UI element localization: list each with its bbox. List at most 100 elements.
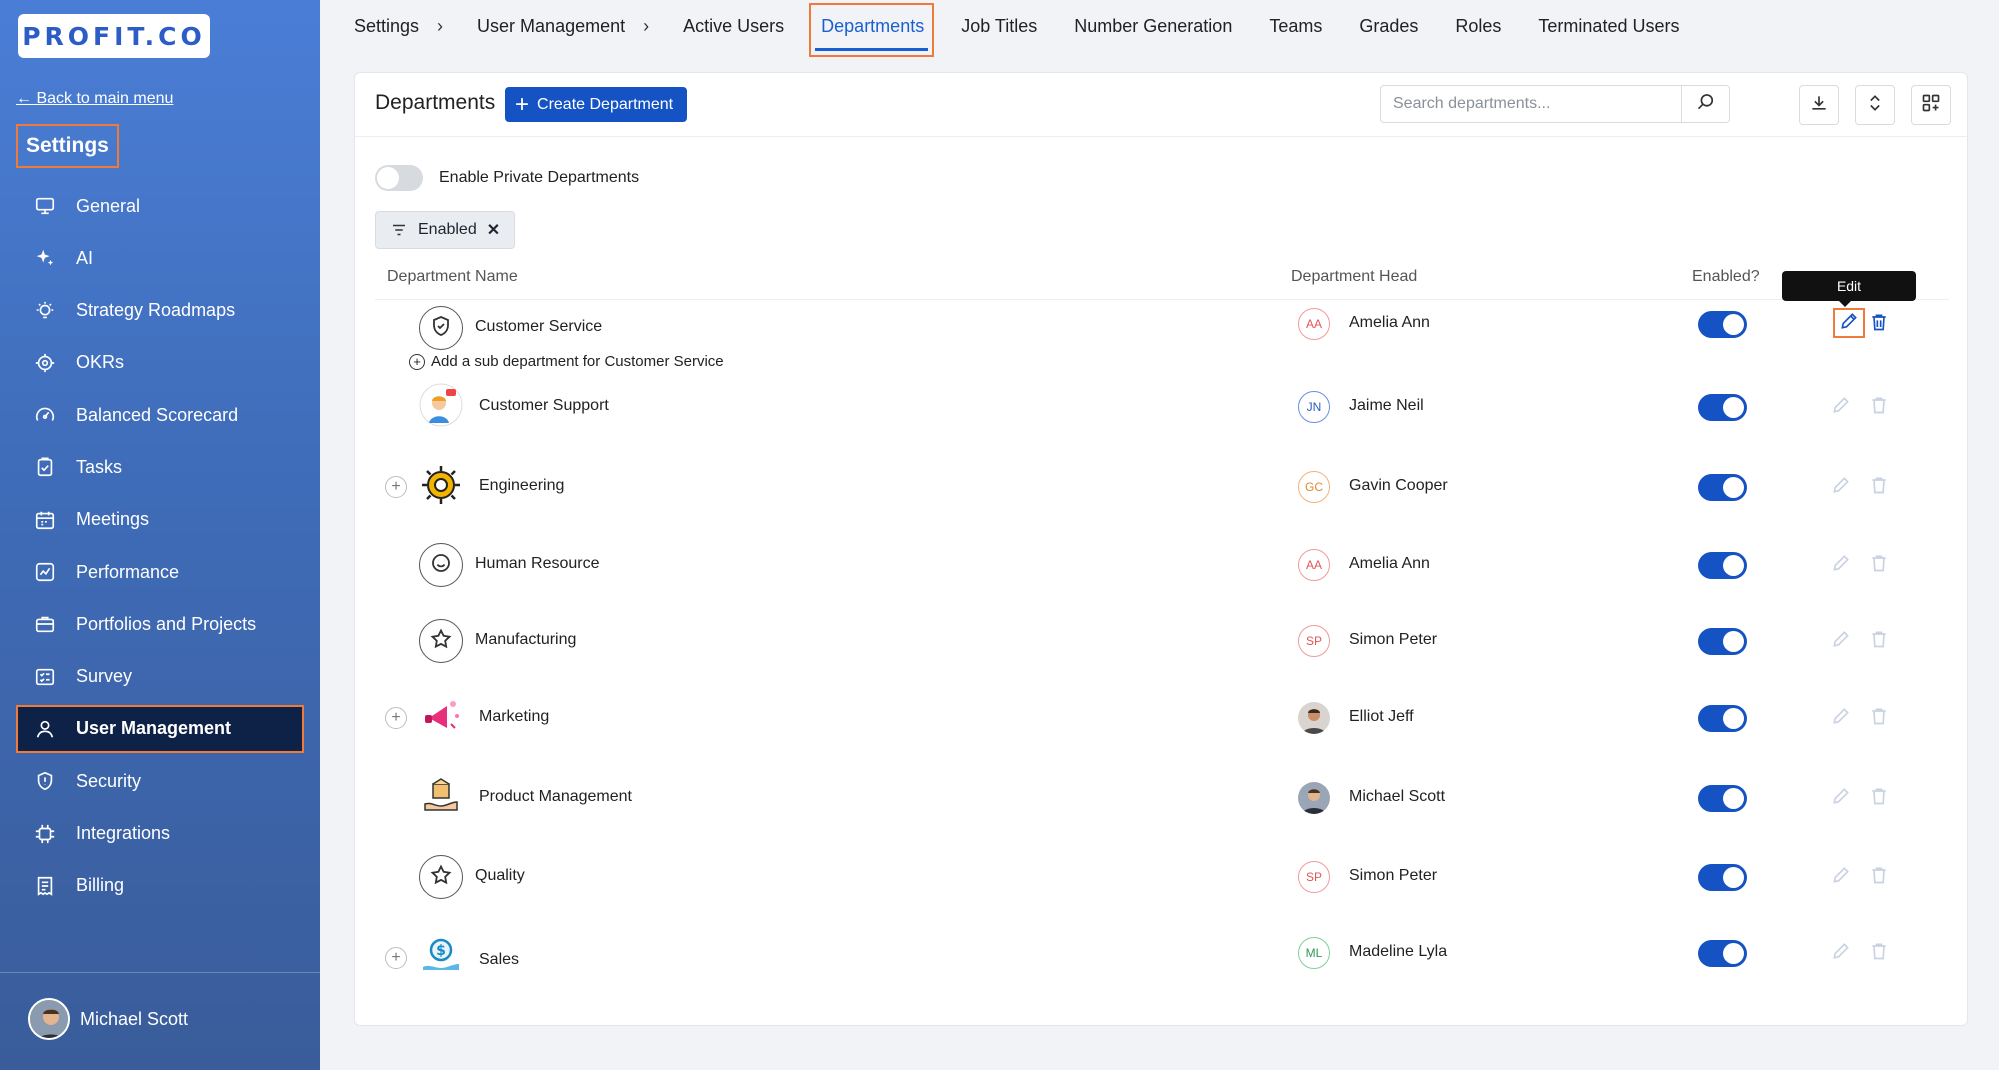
department-name[interactable]: Manufacturing [475, 631, 576, 649]
edit-button[interactable] [1829, 865, 1853, 889]
edit-button[interactable] [1829, 706, 1853, 730]
shield-check-icon [429, 314, 453, 343]
edit-button[interactable] [1829, 553, 1853, 577]
delete-button[interactable] [1867, 629, 1891, 653]
filter-chip-enabled[interactable]: Enabled ✕ [375, 211, 516, 249]
delete-button[interactable] [1867, 706, 1891, 730]
pencil-icon [1831, 941, 1851, 966]
expand-icon[interactable]: + [385, 476, 407, 498]
monitor-icon [32, 193, 58, 219]
sidebar-nav: General AI Strategy Roadmaps OKRs Balanc… [16, 182, 304, 914]
trash-icon [1869, 553, 1889, 578]
delete-button[interactable] [1867, 312, 1891, 336]
download-button[interactable] [1799, 85, 1839, 125]
sidebar-item-label: Integrations [76, 823, 171, 844]
department-name[interactable]: Product Management [479, 788, 632, 806]
edit-button[interactable] [1829, 941, 1853, 965]
enabled-toggle[interactable] [1698, 628, 1747, 655]
edit-button[interactable] [1829, 475, 1853, 499]
breadcrumb-settings[interactable]: Settings [354, 16, 419, 37]
department-avatar: $ [419, 935, 463, 979]
tab-teams[interactable]: Teams [1269, 16, 1322, 37]
sort-button[interactable] [1855, 85, 1895, 125]
sidebar-item-meetings[interactable]: Meetings [16, 496, 304, 544]
edit-button[interactable] [1833, 308, 1865, 338]
sidebar-item-integrations[interactable]: Integrations [16, 810, 304, 858]
search-icon [1696, 92, 1716, 117]
department-head-name: Simon Peter [1349, 631, 1438, 648]
delete-button[interactable] [1867, 865, 1891, 889]
enabled-toggle[interactable] [1698, 552, 1747, 579]
enabled-toggle[interactable] [1698, 474, 1747, 501]
department-name[interactable]: Human Resource [475, 555, 600, 573]
trash-icon [1869, 312, 1889, 337]
add-sub-department-link[interactable]: + Add a sub department for Customer Serv… [409, 353, 724, 370]
tab-departments[interactable]: Departments [809, 2, 935, 57]
sidebar-item-balanced-scorecard[interactable]: Balanced Scorecard [16, 391, 304, 439]
delete-button[interactable] [1867, 941, 1891, 965]
tab-number-generation[interactable]: Number Generation [1074, 16, 1232, 37]
sidebar-item-billing[interactable]: Billing [16, 862, 304, 910]
enabled-toggle[interactable] [1698, 864, 1747, 891]
sidebar-item-label: Strategy Roadmaps [76, 300, 236, 321]
department-name[interactable]: Customer Service [475, 318, 602, 336]
sidebar-item-label: OKRs [76, 352, 125, 373]
sidebar-item-user-management[interactable]: User Management [16, 704, 304, 753]
edit-button[interactable] [1829, 395, 1853, 419]
tab-grades[interactable]: Grades [1359, 16, 1418, 37]
department-name[interactable]: Marketing [479, 708, 549, 726]
back-to-main-menu-link[interactable]: ← Back to main menu [16, 90, 173, 108]
department-name[interactable]: Engineering [479, 477, 564, 495]
enabled-toggle[interactable] [1698, 311, 1747, 338]
enabled-toggle[interactable] [1698, 940, 1747, 967]
delete-button[interactable] [1867, 786, 1891, 810]
breadcrumb-user-management[interactable]: User Management [477, 16, 625, 37]
edit-button[interactable] [1829, 786, 1853, 810]
department-name[interactable]: Quality [475, 867, 525, 885]
bulb-icon [32, 298, 58, 324]
enabled-toggle[interactable] [1698, 705, 1747, 732]
private-departments-toggle[interactable] [375, 165, 423, 191]
sidebar-item-label: Balanced Scorecard [76, 404, 239, 425]
edit-tooltip: Edit [1782, 271, 1916, 307]
department-head-name: Elliot Jeff [1349, 708, 1414, 725]
edit-button[interactable] [1829, 629, 1853, 653]
remove-filter-icon[interactable]: ✕ [487, 220, 500, 240]
sidebar-item-ai[interactable]: AI [16, 234, 304, 282]
search-input[interactable] [1381, 86, 1677, 122]
sidebar-item-performance[interactable]: Performance [16, 548, 304, 596]
chart-icon [32, 559, 58, 585]
sidebar-item-strategy-roadmaps[interactable]: Strategy Roadmaps [16, 287, 304, 335]
department-name[interactable]: Customer Support [479, 397, 609, 415]
delete-button[interactable] [1867, 395, 1891, 419]
sidebar-item-survey[interactable]: Survey [16, 653, 304, 701]
enabled-toggle[interactable] [1698, 785, 1747, 812]
enabled-toggle[interactable] [1698, 394, 1747, 421]
view-toggle-button[interactable] [1911, 85, 1951, 125]
department-name[interactable]: Sales [479, 951, 519, 969]
sidebar-item-security[interactable]: Security [16, 757, 304, 805]
plus-icon: + [515, 90, 530, 118]
sidebar-user[interactable]: Michael Scott [28, 998, 188, 1040]
sidebar-item-portfolios-and-projects[interactable]: Portfolios and Projects [16, 600, 304, 648]
sidebar-item-tasks[interactable]: Tasks [16, 443, 304, 491]
star-icon [429, 863, 453, 892]
trash-icon [1869, 941, 1889, 966]
delete-button[interactable] [1867, 553, 1891, 577]
delete-button[interactable] [1867, 475, 1891, 499]
sidebar-item-label: Survey [76, 666, 133, 687]
tab-roles[interactable]: Roles [1455, 16, 1501, 37]
expand-icon[interactable]: + [385, 947, 407, 969]
calendar-icon [32, 507, 58, 533]
search-button[interactable] [1681, 86, 1729, 122]
profit-co-logo[interactable]: PROFIT.CO [18, 14, 210, 58]
tab-terminated-users[interactable]: Terminated Users [1538, 16, 1679, 37]
create-department-button[interactable]: + Create Department [505, 87, 688, 122]
department-head-name: Madeline Lyla [1349, 943, 1448, 960]
sidebar-item-okrs[interactable]: OKRs [16, 339, 304, 387]
tab-job-titles[interactable]: Job Titles [961, 16, 1037, 37]
sidebar-item-general[interactable]: General [16, 182, 304, 230]
department-avatar [419, 383, 463, 429]
expand-icon[interactable]: + [385, 707, 407, 729]
tab-active-users[interactable]: Active Users [683, 16, 784, 37]
